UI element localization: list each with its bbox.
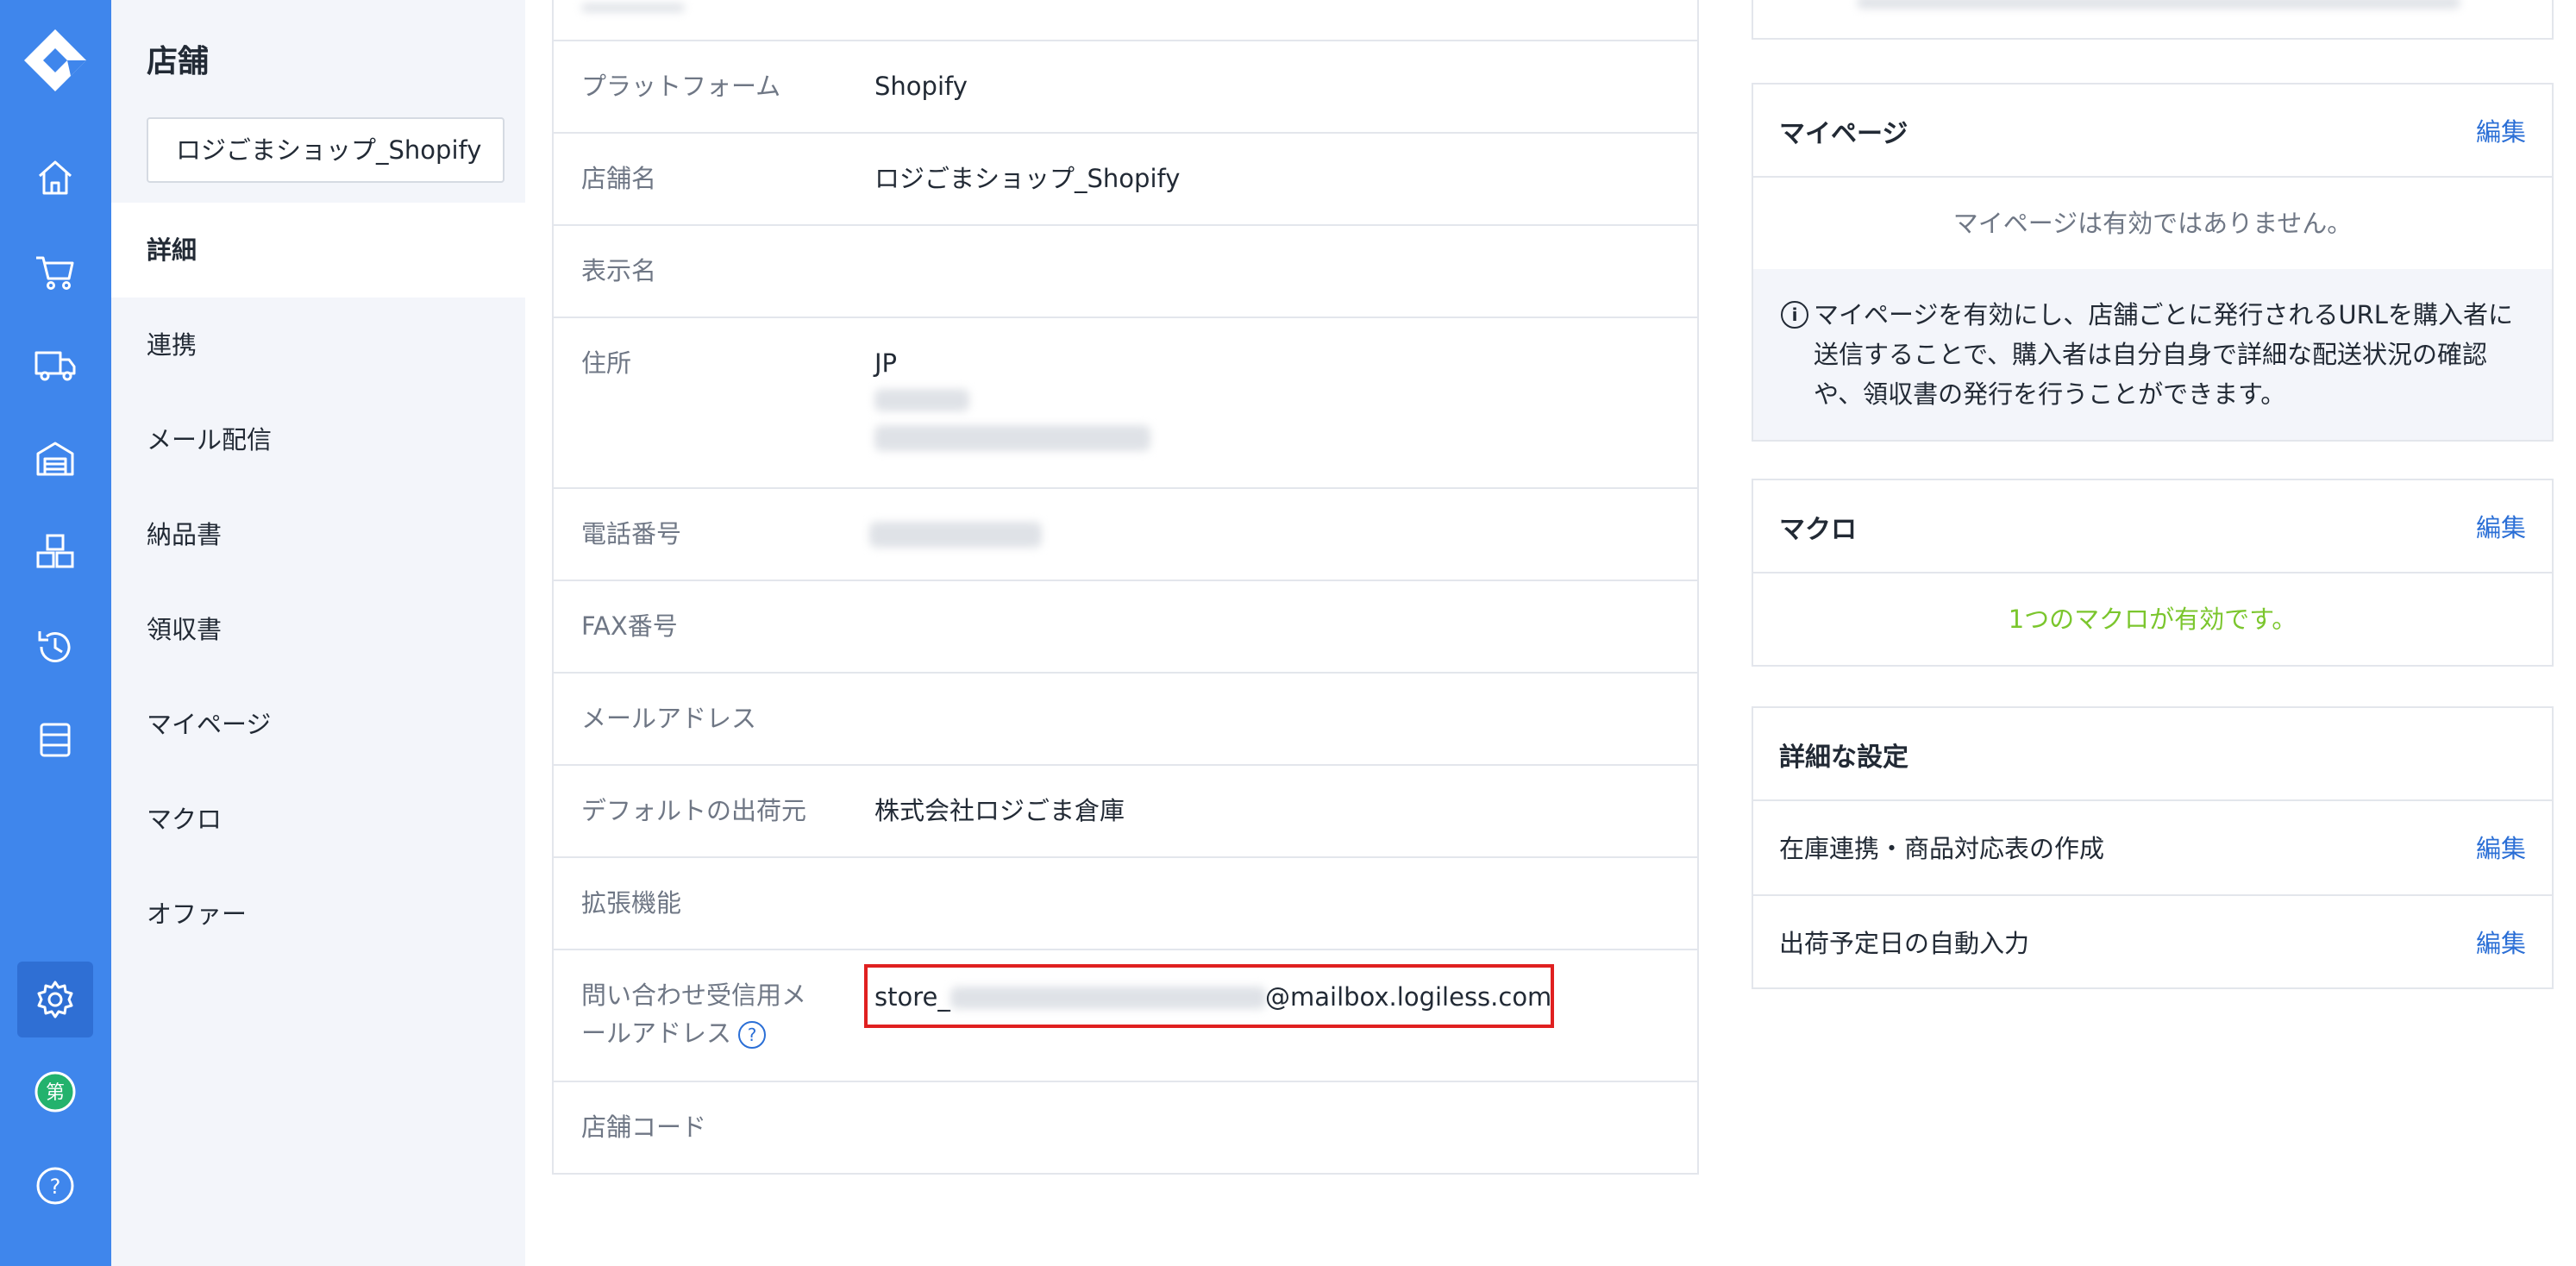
subnav-item-details[interactable]: 詳細 <box>111 203 525 298</box>
mypage-card-header: マイページ 編集 <box>1753 85 2552 178</box>
table-row-extension: 拡張機能 <box>554 856 1697 949</box>
inquiry-email-suffix: @mailbox.logiless.com <box>1265 982 1552 1012</box>
store-select[interactable]: ロジごまショップ_Shopify <box>147 117 505 183</box>
phone-label: 電話番号 <box>581 519 682 548</box>
table-row-email: メールアドレス <box>554 672 1697 764</box>
advanced-row-ship-date: 出荷予定日の自動入力 編集 <box>1753 894 2552 987</box>
avatar-label: 第 <box>46 1082 65 1104</box>
inventory-setting-label: 在庫連携・商品対応表の作成 <box>1779 834 2105 863</box>
question-icon[interactable]: ? <box>738 1021 767 1049</box>
subnav-item-receipt[interactable]: 領収書 <box>111 582 525 677</box>
logo-icon[interactable] <box>21 26 90 95</box>
table-row-fax: FAX番号 <box>554 580 1697 672</box>
default-ship-label: デフォルトの出荷元 <box>581 796 807 825</box>
advanced-card-header: 詳細な設定 <box>1753 708 2552 801</box>
ship-date-setting-label: 出荷予定日の自動入力 <box>1779 929 2030 958</box>
table-row-display-name: 表示名 <box>554 224 1697 316</box>
inquiry-email-prefix: store_ <box>874 982 950 1012</box>
table-row-store-code: 店舗コード <box>554 1081 1697 1173</box>
inquiry-label-line2: ールアドレス <box>581 1018 732 1048</box>
display-name-label: 表示名 <box>581 256 657 285</box>
store-name-value: ロジごまショップ_Shopify <box>874 164 1181 193</box>
fax-label: FAX番号 <box>581 611 678 641</box>
ship-date-edit-link[interactable]: 編集 <box>2476 924 2526 960</box>
email-label: メールアドレス <box>581 704 757 733</box>
blurred-text <box>581 3 685 12</box>
mypage-info: i マイページを有効にし、店舗ごとに発行されるURLを購入者に送信することで、購… <box>1753 269 2552 440</box>
mypage-card: マイページ 編集 マイページは有効ではありません。 i マイページを有効にし、店… <box>1752 83 2554 442</box>
table-row-store-name: 店舗名 ロジごまショップ_Shopify <box>554 132 1697 224</box>
address-country: JP <box>874 348 898 378</box>
help-icon[interactable]: ? <box>29 1160 81 1212</box>
advanced-card-title: 詳細な設定 <box>1779 743 1908 773</box>
mypage-card-title: マイページ <box>1779 119 1908 149</box>
advanced-row-inventory: 在庫連携・商品対応表の作成 編集 <box>1753 801 2552 894</box>
page-title: 店舗 <box>147 44 210 79</box>
subnav-item-mypage[interactable]: マイページ <box>111 677 525 772</box>
macro-card-header: マクロ 編集 <box>1753 480 2552 573</box>
platform-label: プラットフォーム <box>581 72 781 101</box>
blurred-address <box>874 425 1150 451</box>
blurred-text <box>1857 0 2460 9</box>
icon-rail: 第 ? <box>0 0 111 1266</box>
macro-card-title: マクロ <box>1779 515 1857 545</box>
table-row-phone: 電話番号 <box>554 487 1697 580</box>
subnav-item-macro[interactable]: マクロ <box>111 772 525 867</box>
inquiry-email-label: 問い合わせ受信用メ ールアドレス? <box>581 976 806 1052</box>
store-name-label: 店舗名 <box>581 164 657 193</box>
list-icon[interactable] <box>29 714 81 766</box>
help-label: ? <box>50 1175 61 1199</box>
table-row-default-ship: デフォルトの出荷元 株式会社ロジごま倉庫 <box>554 764 1697 856</box>
blurred-inquiry-id <box>950 987 1266 1009</box>
subnav-item-offer[interactable]: オファー <box>111 867 525 962</box>
history-icon[interactable] <box>29 621 81 673</box>
cart-icon[interactable] <box>29 246 81 298</box>
boxes-icon[interactable] <box>29 527 81 579</box>
subnav-item-delivery-note[interactable]: 納品書 <box>111 487 525 582</box>
store-details-table: プラットフォーム Shopify 店舗名 ロジごまショップ_Shopify 表示… <box>552 0 1699 1175</box>
macro-status: 1つのマクロが有効です。 <box>2008 605 2297 634</box>
subnav-item-mail[interactable]: メール配信 <box>111 392 525 487</box>
user-avatar-icon[interactable]: 第 <box>29 1066 81 1118</box>
gear-icon[interactable] <box>29 974 81 1025</box>
address-label: 住所 <box>581 348 632 378</box>
mypage-status: マイページは有効ではありません。 <box>1952 209 2353 238</box>
blurred-phone <box>869 522 1042 548</box>
store-code-label: 店舗コード <box>581 1112 707 1142</box>
table-row-platform: プラットフォーム Shopify <box>554 40 1697 132</box>
default-ship-value: 株式会社ロジごま倉庫 <box>874 796 1125 825</box>
subnav-item-integration[interactable]: 連携 <box>111 298 525 392</box>
table-row-address: 住所 JP <box>554 316 1697 487</box>
mypage-edit-link[interactable]: 編集 <box>2476 112 2526 148</box>
cut-off-card <box>1752 0 2554 40</box>
mypage-info-text: マイページを有効にし、店舗ごとに発行されるURLを購入者に送信することで、購入者… <box>1814 300 2513 409</box>
info-icon: i <box>1781 301 1808 329</box>
platform-value: Shopify <box>874 72 968 101</box>
table-row-inquiry-email: 問い合わせ受信用メ ールアドレス? store_ @mailbox.logile… <box>554 949 1697 1081</box>
home-icon[interactable] <box>29 152 81 204</box>
macro-edit-link[interactable]: 編集 <box>2476 508 2526 544</box>
table-row <box>554 0 1697 40</box>
truck-icon[interactable] <box>29 339 81 391</box>
store-subnav: 店舗 ロジごまショップ_Shopify 詳細 連携 メール配信 納品書 領収書 … <box>111 0 525 1266</box>
advanced-settings-card: 詳細な設定 在庫連携・商品対応表の作成 編集 出荷予定日の自動入力 編集 <box>1752 706 2554 989</box>
inquiry-label-line1: 問い合わせ受信用メ <box>581 981 807 1010</box>
inventory-edit-link[interactable]: 編集 <box>2476 829 2526 865</box>
warehouse-icon[interactable] <box>29 433 81 485</box>
extension-label: 拡張機能 <box>581 888 682 918</box>
macro-card: マクロ 編集 1つのマクロが有効です。 <box>1752 479 2554 667</box>
blurred-postal-code <box>874 389 969 411</box>
